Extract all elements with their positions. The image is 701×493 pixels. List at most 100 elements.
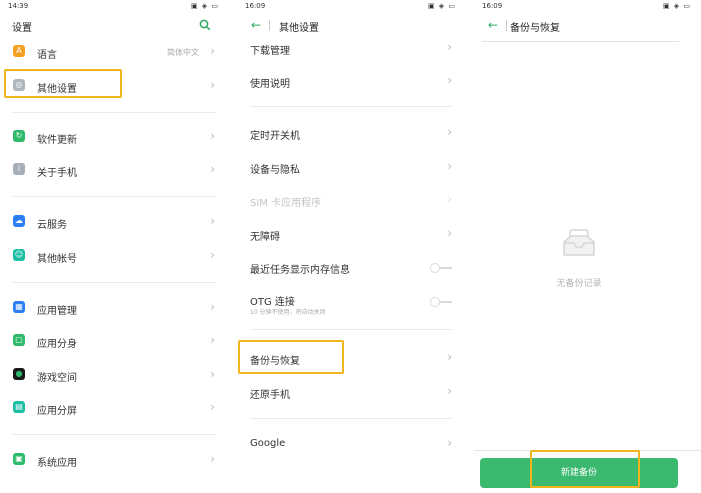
item-label: 软件更新	[37, 135, 77, 146]
status-bar: 14:39 ▣ ◈ ▭	[0, 0, 229, 12]
divider	[250, 418, 452, 419]
system-apps-icon: ▣	[13, 453, 25, 465]
list-item-instructions[interactable]: 使用说明 ›	[237, 71, 466, 91]
toggle-knob	[430, 263, 440, 273]
list-item-sim-apps: SIM 卡应用程序 ›	[237, 190, 466, 210]
empty-tray-icon	[563, 229, 595, 256]
status-time: 16:09	[245, 2, 266, 10]
status-bar: 16:09 ▣ ◈ ▭	[474, 0, 701, 12]
highlight-box	[238, 340, 344, 374]
chevron-right-icon: ›	[210, 248, 215, 262]
chevron-right-icon: ›	[210, 78, 215, 92]
clone-icon: ▢	[13, 334, 25, 346]
page-title: 备份与恢复	[510, 23, 560, 34]
chevron-right-icon: ›	[210, 129, 215, 143]
list-item-scheduled-power[interactable]: 定时开关机 ›	[237, 123, 466, 143]
item-label: 应用分屏	[37, 406, 77, 417]
header-divider	[482, 41, 679, 42]
search-icon[interactable]	[199, 19, 211, 31]
chevron-right-icon: ›	[210, 214, 215, 228]
item-label: 使用说明	[250, 79, 290, 90]
item-label: 无障碍	[250, 232, 280, 243]
language-icon: A	[13, 45, 25, 57]
highlight-box	[4, 69, 122, 98]
settings-item-split-screen[interactable]: ▤ 应用分屏 ›	[0, 398, 229, 418]
item-label: 游戏空间	[37, 373, 77, 384]
backup-header: ← 备份与恢复	[474, 15, 701, 37]
settings-item-system-apps[interactable]: ▣ 系统应用 ›	[0, 450, 229, 470]
chevron-right-icon: ›	[447, 384, 452, 398]
status-icons: ▣ ◈ ▭	[662, 2, 691, 10]
item-label: Google	[250, 438, 286, 449]
empty-state-text: 无备份记录	[556, 279, 602, 289]
divider	[12, 112, 217, 113]
list-item-otg: OTG 连接 10 分钟不使用，将自动关闭	[237, 289, 466, 317]
list-item-recent-tasks-memory: 最近任务显示内存信息	[237, 257, 466, 277]
list-item-google[interactable]: Google ›	[237, 434, 466, 454]
split-icon: ▤	[13, 401, 25, 413]
item-sublabel: 10 分钟不使用，将自动关闭	[250, 309, 326, 316]
chevron-right-icon: ›	[210, 333, 215, 347]
settings-item-game-space[interactable]: ● 游戏空间 ›	[0, 365, 229, 385]
list-item-accessibility[interactable]: 无障碍 ›	[237, 224, 466, 244]
otg-toggle[interactable]	[430, 297, 452, 307]
item-value: 简体中文	[167, 48, 199, 57]
back-arrow-icon[interactable]: ←	[488, 18, 498, 32]
item-label: OTG 连接	[250, 297, 295, 308]
item-label: 定时开关机	[250, 131, 300, 142]
settings-item-cloud-service[interactable]: ☁ 云服务 ›	[0, 212, 229, 232]
status-time: 16:09	[482, 2, 503, 10]
header-separator	[269, 20, 270, 31]
info-icon: i	[13, 163, 25, 175]
chevron-right-icon: ›	[447, 40, 452, 54]
cloud-icon: ☁	[13, 215, 25, 227]
item-label: 还原手机	[250, 390, 290, 401]
header-separator	[506, 20, 507, 31]
backup-restore-panel: 16:09 ▣ ◈ ▭ ← 备份与恢复 无备份记录 新建备份	[474, 0, 701, 493]
chevron-right-icon: ›	[447, 226, 452, 240]
page-title: 设置	[12, 23, 32, 34]
back-arrow-icon[interactable]: ←	[251, 18, 261, 32]
other-settings-panel: 16:09 ▣ ◈ ▭ ← 其他设置 下载管理 › 使用说明 › 定时开关机 ›…	[237, 0, 466, 493]
settings-item-about-phone[interactable]: i 关于手机 ›	[0, 160, 229, 180]
apps-icon: ▦	[13, 301, 25, 313]
other-settings-header: ← 其他设置	[237, 15, 466, 37]
item-label: 其他帐号	[37, 254, 77, 265]
divider	[250, 329, 452, 330]
game-icon: ●	[13, 368, 25, 380]
status-icons: ▣ ◈ ▭	[427, 2, 456, 10]
divider	[12, 434, 217, 435]
status-bar: 16:09 ▣ ◈ ▭	[237, 0, 466, 12]
list-item-reset-phone[interactable]: 还原手机 ›	[237, 382, 466, 402]
item-label: 设备与隐私	[250, 165, 300, 176]
chevron-right-icon: ›	[447, 436, 452, 450]
item-label: 最近任务显示内存信息	[250, 265, 350, 276]
settings-item-other-accounts[interactable]: ☺ 其他帐号 ›	[0, 246, 229, 266]
chevron-right-icon: ›	[210, 44, 215, 58]
item-label: 下载管理	[250, 46, 290, 57]
chevron-right-icon: ›	[447, 125, 452, 139]
page-title: 其他设置	[279, 23, 319, 34]
divider	[12, 282, 217, 283]
chevron-right-icon: ›	[210, 452, 215, 466]
chevron-right-icon: ›	[447, 350, 452, 364]
highlight-box	[530, 450, 640, 488]
list-item-device-privacy[interactable]: 设备与隐私 ›	[237, 157, 466, 177]
settings-item-software-update[interactable]: ↻ 软件更新 ›	[0, 127, 229, 147]
settings-header: 设置	[0, 15, 229, 37]
divider	[250, 106, 452, 107]
list-item-download-management[interactable]: 下载管理 ›	[237, 38, 466, 58]
settings-item-language[interactable]: A 语言 简体中文 ›	[0, 42, 229, 62]
chevron-right-icon: ›	[210, 162, 215, 176]
memory-info-toggle[interactable]	[430, 263, 452, 273]
item-label: 系统应用	[37, 458, 77, 469]
status-time: 14:39	[8, 2, 29, 10]
settings-item-app-management[interactable]: ▦ 应用管理 ›	[0, 298, 229, 318]
account-icon: ☺	[13, 249, 25, 261]
item-label: 云服务	[37, 220, 67, 231]
chevron-right-icon: ›	[447, 159, 452, 173]
item-label: 应用分身	[37, 339, 77, 350]
toggle-knob	[430, 297, 440, 307]
update-icon: ↻	[13, 130, 25, 142]
settings-item-app-clone[interactable]: ▢ 应用分身 ›	[0, 331, 229, 351]
